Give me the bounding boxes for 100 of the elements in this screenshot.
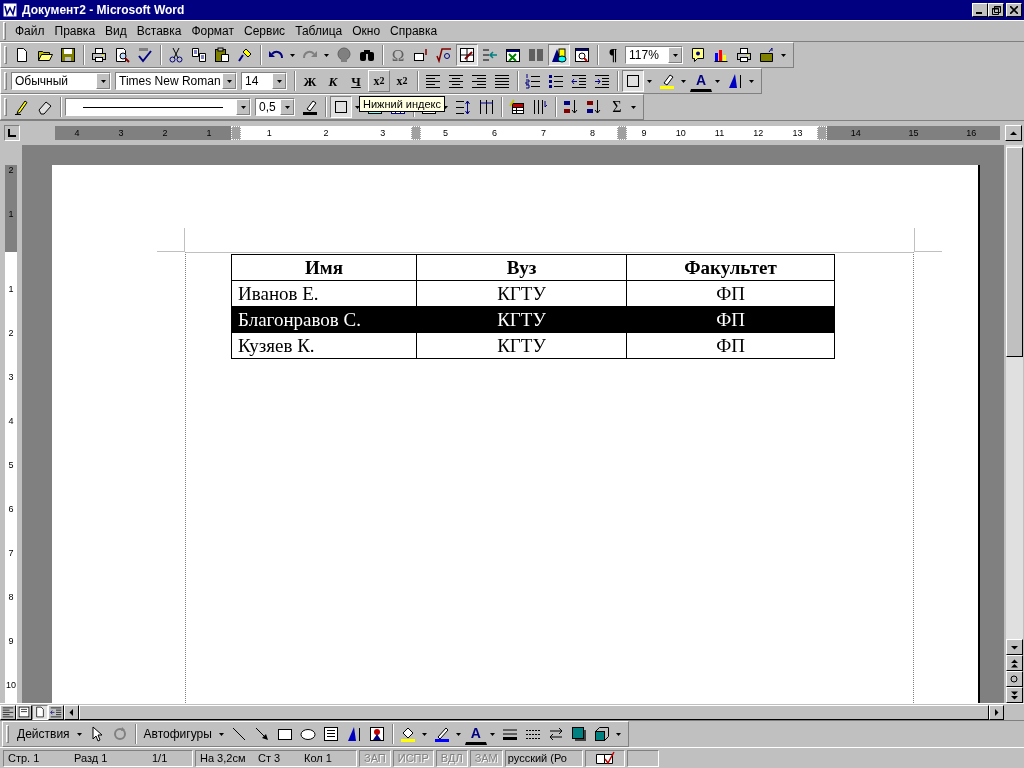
tables-borders-button[interactable]	[456, 44, 478, 66]
printer-icon[interactable]	[736, 47, 752, 63]
tab-selector-button[interactable]	[4, 125, 20, 141]
restore-button[interactable]	[988, 3, 1004, 17]
border-button[interactable]	[330, 96, 352, 118]
sort-ascending-icon[interactable]	[563, 99, 579, 115]
scissors-icon[interactable]	[168, 47, 184, 63]
browse-object-button[interactable]	[1005, 671, 1023, 687]
scroll-right-button[interactable]	[989, 704, 1004, 720]
table-cell[interactable]: ФП	[626, 306, 835, 333]
bold-button[interactable]: Ж	[299, 70, 321, 92]
menu-item[interactable]: Вид	[100, 24, 132, 38]
fill-bucket-icon[interactable]	[399, 726, 416, 742]
printer-icon[interactable]	[91, 47, 107, 63]
menu-item[interactable]: Окно	[347, 24, 386, 38]
column-marker[interactable]	[817, 126, 827, 140]
underline-button[interactable]: Ч	[345, 70, 367, 92]
rectangle-icon[interactable]	[276, 726, 293, 742]
menu-item[interactable]: Вставка	[131, 24, 187, 38]
folder-icon[interactable]	[759, 47, 775, 63]
autosum-button[interactable]: Σ	[606, 96, 628, 118]
line-style-dropdown[interactable]	[65, 98, 251, 116]
line-icon[interactable]	[230, 726, 247, 742]
superscript-button[interactable]: x$^{2}$	[391, 70, 413, 92]
numbered-list-icon[interactable]	[525, 73, 541, 89]
style-dropdown[interactable]: Обычный	[11, 72, 111, 90]
drawing-button[interactable]	[548, 44, 570, 66]
line-weight-dropdown[interactable]: 0,5	[255, 98, 295, 116]
minimize-button[interactable]	[972, 3, 988, 17]
cube-icon[interactable]	[593, 726, 610, 742]
bar-chart-icon[interactable]	[713, 47, 729, 63]
font-size-dropdown[interactable]: 14	[241, 72, 287, 90]
actions-menu-button[interactable]: Действия	[13, 723, 74, 745]
font-color-button[interactable]: A	[690, 70, 712, 92]
scroll-up-button[interactable]	[1005, 125, 1022, 141]
clipboard-icon[interactable]	[214, 47, 230, 63]
distribute-rows-icon[interactable]	[455, 99, 471, 115]
outdent-icon[interactable]	[571, 73, 587, 89]
column-marker[interactable]	[231, 126, 241, 140]
table-cell[interactable]: КГТУ	[416, 280, 627, 307]
scroll-down-button[interactable]	[1005, 639, 1023, 655]
table-cell[interactable]: Иванов Е.	[231, 280, 417, 307]
zoom-dropdown[interactable]: 117%	[625, 46, 683, 64]
view-button[interactable]	[32, 704, 48, 720]
line-style-icon[interactable]	[501, 726, 518, 742]
sort-descending-icon[interactable]	[586, 99, 602, 115]
autoshapes-menu-button[interactable]: Автофигуры	[139, 723, 216, 745]
wordart-icon[interactable]	[345, 726, 362, 742]
indent-icon[interactable]	[594, 73, 610, 89]
menu-item[interactable]: Правка	[49, 24, 101, 38]
font-dropdown[interactable]: Times New Roman	[115, 72, 237, 90]
scroll-left-button[interactable]	[64, 704, 79, 720]
show-marks-button[interactable]: ¶	[602, 44, 624, 66]
page-magnifier-icon[interactable]	[114, 47, 130, 63]
horizontal-scrollbar[interactable]	[79, 704, 989, 720]
menu-item[interactable]: Файл	[10, 24, 50, 38]
font-color-button[interactable]: A	[464, 723, 487, 745]
align-center-icon[interactable]	[448, 73, 464, 89]
align-right-icon[interactable]	[471, 73, 487, 89]
globe-icon[interactable]	[336, 47, 352, 63]
table-cell[interactable]: ФП	[626, 332, 835, 359]
table-cell[interactable]: КГТУ	[416, 332, 627, 359]
table-cell[interactable]: КГТУ	[416, 306, 627, 333]
eraser-icon[interactable]	[37, 99, 53, 115]
distribute-columns-icon[interactable]	[478, 99, 494, 115]
document-map-icon[interactable]	[574, 47, 590, 63]
italic-button[interactable]: К	[322, 70, 344, 92]
text-direction-icon[interactable]	[532, 99, 548, 115]
pen-icon[interactable]	[433, 726, 450, 742]
two-pages-icon[interactable]	[191, 47, 207, 63]
menu-item[interactable]: Формат	[186, 24, 240, 38]
binoculars-icon[interactable]	[359, 47, 375, 63]
wordart-icon[interactable]	[727, 73, 743, 89]
column-marker[interactable]	[411, 126, 421, 140]
help-icon[interactable]	[690, 47, 706, 63]
previous-page-button[interactable]	[1005, 655, 1023, 671]
scroll-thumb[interactable]	[1005, 147, 1023, 357]
highlighter-icon[interactable]	[659, 73, 675, 89]
pencil-icon[interactable]	[14, 99, 30, 115]
spreadsheet-icon[interactable]	[505, 47, 521, 63]
table-autoformat-icon[interactable]	[509, 99, 525, 115]
menu-item[interactable]: Сервис	[239, 24, 291, 38]
text-box-icon[interactable]	[322, 726, 339, 742]
footnote-icon[interactable]	[413, 47, 429, 63]
table-cell[interactable]: Кузяев К.	[231, 332, 417, 359]
columns-icon[interactable]	[528, 47, 544, 63]
pen-icon[interactable]	[302, 99, 318, 115]
close-button[interactable]	[1006, 3, 1022, 17]
checkmark-icon[interactable]	[137, 47, 153, 63]
table-cell[interactable]: Благонравов С.	[231, 306, 417, 333]
menu-item[interactable]: Таблица	[290, 24, 348, 38]
align-left-icon[interactable]	[425, 73, 441, 89]
insert-rows-icon[interactable]	[482, 47, 498, 63]
menu-item[interactable]: Справка	[385, 24, 443, 38]
table-cell[interactable]: ФП	[626, 280, 835, 307]
column-marker[interactable]	[617, 126, 627, 140]
oval-icon[interactable]	[299, 726, 316, 742]
justify-icon[interactable]	[494, 73, 510, 89]
borders-button[interactable]	[622, 70, 644, 92]
clip-art-icon[interactable]	[368, 726, 385, 742]
